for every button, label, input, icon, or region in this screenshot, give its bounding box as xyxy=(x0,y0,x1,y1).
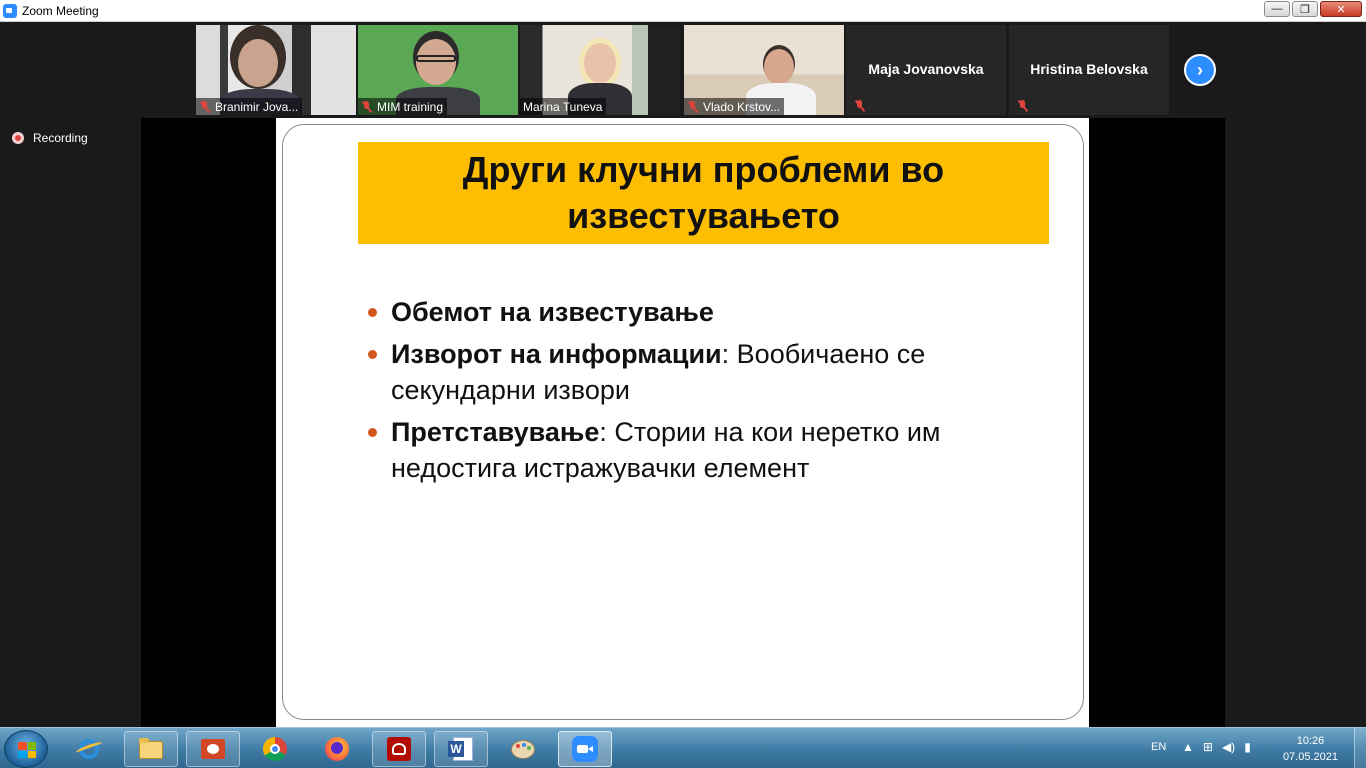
taskbar-firefox[interactable] xyxy=(310,731,364,767)
slide-title: Други клучни проблеми во известувањето xyxy=(462,149,945,236)
bullet-dot-icon xyxy=(368,350,377,359)
windows-taskbar: W EN ▲ ⊞ ◀) ▮ 10:26 07.05.2021 xyxy=(0,727,1366,768)
participant-name-bar: Vlado Krstov... xyxy=(684,98,785,115)
chrome-icon xyxy=(261,735,289,763)
recording-icon xyxy=(12,132,24,144)
taskbar-paint[interactable] xyxy=(496,731,550,767)
muted-mic-icon xyxy=(199,100,211,113)
window-title: Zoom Meeting xyxy=(22,3,99,18)
slide-bullet: Претставување: Стории на кои неретко им … xyxy=(366,414,1046,486)
participant-name: MIM training xyxy=(377,99,444,114)
show-hidden-icons-icon[interactable]: ▲ xyxy=(1182,740,1194,754)
close-button[interactable]: ✕ xyxy=(1320,1,1362,17)
next-page-button[interactable]: › xyxy=(1184,54,1216,86)
slide-bullet: Обемот на известување xyxy=(366,294,1046,330)
restore-button[interactable]: ❐ xyxy=(1292,1,1318,17)
muted-mic-icon xyxy=(854,99,866,113)
clock-time: 10:26 xyxy=(1296,735,1325,747)
chevron-right-icon: › xyxy=(1197,59,1203,80)
show-desktop-button[interactable] xyxy=(1354,728,1366,768)
muted-mic-icon xyxy=(687,100,699,113)
participant-name: Hristina Belovska xyxy=(1030,61,1148,77)
volume-icon[interactable]: ◀) xyxy=(1222,740,1235,754)
participant-name: Branimir Jova... xyxy=(215,99,299,114)
bullet-bold-text: Изворот на информации xyxy=(391,339,722,369)
participant-tile[interactable]: MIM training xyxy=(358,25,518,115)
presentation-icon xyxy=(199,735,227,763)
taskbar-file-explorer[interactable] xyxy=(124,731,178,767)
muted-mic-icon xyxy=(1017,99,1029,113)
taskbar-internet-explorer[interactable] xyxy=(62,731,116,767)
clock-date: 07.05.2021 xyxy=(1282,751,1338,763)
participant-name-bar: Branimir Jova... xyxy=(196,98,303,115)
signal-icon[interactable]: ▮ xyxy=(1244,740,1251,754)
paint-palette-icon xyxy=(509,735,537,763)
folder-icon xyxy=(137,735,165,763)
tray-icons: ▲ ⊞ ◀) ▮ xyxy=(1182,740,1251,754)
internet-explorer-icon xyxy=(74,735,104,763)
zoom-app-icon xyxy=(3,3,17,18)
participant-strip: Branimir Jova... MIM training Marina Tun… xyxy=(0,22,1366,118)
taskbar-word[interactable]: W xyxy=(434,731,488,767)
participant-tile[interactable]: Branimir Jova... xyxy=(196,25,356,115)
participant-name: Maja Jovanovska xyxy=(868,61,984,77)
start-button[interactable] xyxy=(4,730,48,768)
recording-label: Recording xyxy=(33,131,88,145)
windows-logo-icon xyxy=(18,742,36,758)
firefox-icon xyxy=(323,735,351,763)
slide-bullet-list: Обемот на известување Изворот на информа… xyxy=(366,294,1046,492)
participant-name: Vlado Krstov... xyxy=(703,99,781,114)
taskbar-chrome[interactable] xyxy=(248,731,302,767)
participant-tile[interactable]: Maja Jovanovska xyxy=(846,25,1006,115)
muted-mic-icon xyxy=(361,100,373,113)
participant-name: Marina Tuneva xyxy=(523,99,603,114)
participant-name-bar: MIM training xyxy=(358,98,448,115)
window-controls: — ❐ ✕ xyxy=(1264,1,1362,17)
taskbar-zoom[interactable] xyxy=(558,731,612,767)
participant-tile[interactable]: Hristina Belovska xyxy=(1009,25,1169,115)
bullet-bold-text: Претставување xyxy=(391,417,600,447)
bullet-dot-icon xyxy=(368,428,377,437)
taskbar-presentation-app[interactable] xyxy=(186,731,240,767)
clock[interactable]: 10:26 07.05.2021 xyxy=(1283,733,1338,765)
window-titlebar: Zoom Meeting — ❐ ✕ xyxy=(0,0,1366,22)
minimize-button[interactable]: — xyxy=(1264,1,1290,17)
taskbar-acrobat-reader[interactable] xyxy=(372,731,426,767)
recording-indicator[interactable]: Recording xyxy=(12,131,88,145)
participant-tile-active-speaker[interactable]: Marina Tuneva xyxy=(520,25,680,115)
bullet-bold-text: Обемот на известување xyxy=(391,297,714,327)
word-icon: W xyxy=(447,735,475,763)
network-icon[interactable]: ⊞ xyxy=(1203,740,1213,754)
participant-tile[interactable]: Vlado Krstov... xyxy=(684,25,844,115)
slide-bullet: Изворот на информации: Вообичаено се сек… xyxy=(366,336,1046,408)
acrobat-icon xyxy=(385,735,413,763)
participant-name-bar: Marina Tuneva xyxy=(520,98,607,115)
slide-title-banner: Други клучни проблеми во известувањето xyxy=(358,142,1049,244)
zoom-icon xyxy=(571,735,599,763)
language-indicator[interactable]: EN xyxy=(1151,741,1166,753)
bullet-dot-icon xyxy=(368,308,377,317)
